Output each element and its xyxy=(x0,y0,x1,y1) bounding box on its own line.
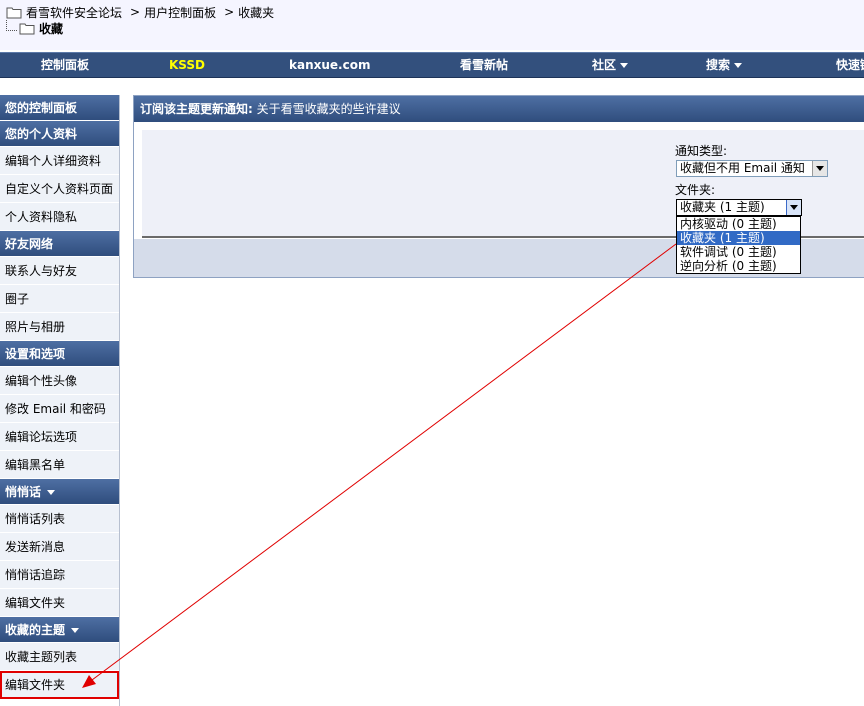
sidebar-heading-friends[interactable]: 好友网络 xyxy=(0,231,119,257)
sidebar-item-pm-tracking[interactable]: 悄悄话追踪 xyxy=(0,561,119,589)
nav-search[interactable]: 搜索 xyxy=(706,53,743,77)
nav-kssd[interactable]: KSSD xyxy=(169,53,205,77)
chevron-down-icon[interactable] xyxy=(786,200,801,215)
chevron-down-icon[interactable] xyxy=(812,161,827,176)
notify-type-label: 通知类型: xyxy=(675,144,728,158)
nav-label: kanxue.com xyxy=(289,58,371,72)
page-title: 收藏 xyxy=(39,21,64,36)
chevron-down-icon xyxy=(620,63,629,68)
nav-quick-links[interactable]: 快速链接 xyxy=(836,53,864,77)
tree-connector-icon xyxy=(6,19,17,31)
annotation-line xyxy=(91,243,677,681)
sidebar-item-edit-avatar[interactable]: 编辑个性头像 xyxy=(0,367,119,395)
nav-community[interactable]: 社区 xyxy=(592,53,629,77)
folder-label: 文件夹: xyxy=(675,183,716,197)
chevron-down-icon xyxy=(71,628,80,633)
sidebar-item-send-message[interactable]: 发送新消息 xyxy=(0,533,119,561)
sidebar-item-pm-list[interactable]: 悄悄话列表 xyxy=(0,505,119,533)
sidebar-item-forum-options[interactable]: 编辑论坛选项 xyxy=(0,423,119,451)
sidebar-item-subscription-list[interactable]: 收藏主题列表 xyxy=(0,643,119,671)
nav-label: 控制面板 xyxy=(41,58,90,72)
sidebar-heading-label: 悄悄话 xyxy=(5,485,42,499)
sidebar: 您的控制面板 您的个人资料 编辑个人详细资料 自定义个人资料页面 个人资料隐私 … xyxy=(0,95,120,706)
breadcrumb: 看雪软件安全论坛 > 用户控制面板 > 收藏夹 收藏 xyxy=(0,0,864,50)
breadcrumb-separator: > xyxy=(224,5,235,19)
sidebar-item-profile-privacy[interactable]: 个人资料隐私 xyxy=(0,203,119,231)
folder-dropdown-list[interactable]: 内核驱动 (0 主题) 收藏夹 (1 主题) 软件调试 (0 主题) 逆向分析 … xyxy=(676,216,801,274)
nav-label: 快速链接 xyxy=(836,58,864,72)
folder-option-selected[interactable]: 收藏夹 (1 主题) xyxy=(677,231,800,245)
nav-label: 看雪新帖 xyxy=(460,58,509,72)
folder-select-value: 收藏夹 (1 主题) xyxy=(680,200,765,214)
sidebar-item-groups[interactable]: 圈子 xyxy=(0,285,119,313)
sidebar-item-pm-edit-folders[interactable]: 编辑文件夹 xyxy=(0,589,119,617)
sidebar-item-ignore-list[interactable]: 编辑黑名单 xyxy=(0,451,119,479)
top-navbar: 控制面板 KSSD kanxue.com 看雪新帖 社区 搜索 快速链接 xyxy=(0,52,864,78)
sidebar-heading-label: 收藏的主题 xyxy=(5,623,66,637)
sidebar-item-contacts[interactable]: 联系人与好友 xyxy=(0,257,119,285)
sidebar-item-customize-profile[interactable]: 自定义个人资料页面 xyxy=(0,175,119,203)
nav-control-panel[interactable]: 控制面板 xyxy=(41,53,89,77)
nav-label: KSSD xyxy=(169,58,206,72)
panel-title-lead: 订阅该主题更新通知: xyxy=(140,102,253,116)
folder-icon xyxy=(19,23,35,35)
nav-new-posts[interactable]: 看雪新帖 xyxy=(460,53,508,77)
notify-type-select[interactable]: 收藏但不用 Email 通知 xyxy=(676,160,828,177)
sidebar-heading-settings[interactable]: 设置和选项 xyxy=(0,341,119,367)
nav-label: 搜索 xyxy=(706,58,731,72)
sidebar-item-change-email-password[interactable]: 修改 Email 和密码 xyxy=(0,395,119,423)
notify-type-value: 收藏但不用 Email 通知 xyxy=(680,161,805,175)
sidebar-heading-subscriptions[interactable]: 收藏的主题 xyxy=(0,617,119,643)
breadcrumb-link-favorites[interactable]: 收藏夹 xyxy=(238,4,274,21)
sidebar-item-edit-profile[interactable]: 编辑个人详细资料 xyxy=(0,147,119,175)
folder-option[interactable]: 软件调试 (0 主题) xyxy=(677,245,800,259)
breadcrumb-link-forum[interactable]: 看雪软件安全论坛 xyxy=(26,4,122,21)
sidebar-heading-control-panel[interactable]: 您的控制面板 xyxy=(0,95,119,121)
breadcrumb-link-usercp[interactable]: 用户控制面板 xyxy=(144,4,216,21)
chevron-down-icon xyxy=(734,63,743,68)
breadcrumb-separator: > xyxy=(130,5,141,19)
panel-title-thread: 关于看雪收藏夹的些许建议 xyxy=(256,102,401,116)
sidebar-item-albums[interactable]: 照片与相册 xyxy=(0,313,119,341)
chevron-down-icon xyxy=(47,490,56,495)
nav-kanxue-com[interactable]: kanxue.com xyxy=(289,53,370,77)
folder-select[interactable]: 收藏夹 (1 主题) xyxy=(676,199,802,216)
folder-option[interactable]: 逆向分析 (0 主题) xyxy=(677,259,800,273)
panel-title: 订阅该主题更新通知: 关于看雪收藏夹的些许建议 xyxy=(134,96,864,122)
nav-label: 社区 xyxy=(592,58,617,72)
folder-option[interactable]: 内核驱动 (0 主题) xyxy=(677,217,800,231)
folder-icon xyxy=(6,7,22,19)
sidebar-heading-profile[interactable]: 您的个人资料 xyxy=(0,121,119,147)
sidebar-item-subscription-edit-folders[interactable]: 编辑文件夹 xyxy=(0,671,119,699)
sidebar-heading-pm[interactable]: 悄悄话 xyxy=(0,479,119,505)
breadcrumb-current-row: 收藏 xyxy=(6,19,63,37)
